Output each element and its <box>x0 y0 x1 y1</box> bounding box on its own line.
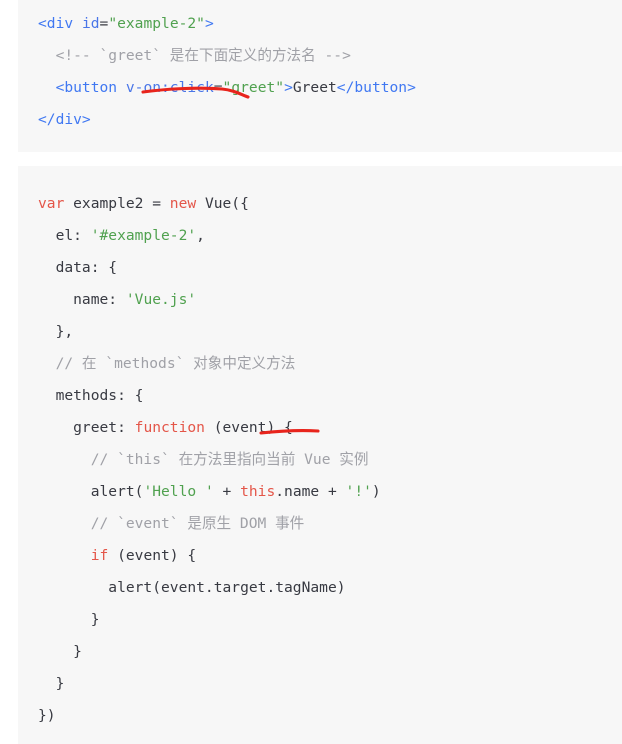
code-token-txt: } <box>38 611 100 628</box>
code-token-kw: function <box>134 419 205 436</box>
code-token-cmt: // `this` 在方法里指向当前 Vue 实例 <box>38 451 369 468</box>
code-line: el: '#example-2', <box>38 220 622 252</box>
code-token-cmt: <!-- `greet` 是在下面定义的方法名 --> <box>38 47 351 64</box>
code-line: if (event) { <box>38 540 622 572</box>
code-token-txt: }) <box>38 707 56 724</box>
code-token-tag: <div <box>38 15 82 32</box>
code-token-kw: this <box>240 483 276 500</box>
code-line: </div> <box>38 104 622 136</box>
code-token-tag: </button> <box>336 79 416 96</box>
code-block-javascript: var example2 = new Vue({ el: '#example-2… <box>18 166 622 744</box>
code-token-txt: name: <box>38 291 126 308</box>
code-token-tag: <button <box>38 79 126 96</box>
code-line: <!-- `greet` 是在下面定义的方法名 --> <box>38 40 622 72</box>
code-line: }) <box>38 700 622 732</box>
code-token-txt: Greet <box>292 79 337 96</box>
code-token-txt: (event) { <box>108 547 197 564</box>
code-token-tag: > <box>204 15 214 32</box>
code-line: greet: function (event) { <box>38 412 622 444</box>
code-token-punct: = <box>213 79 223 96</box>
code-token-txt: }, <box>38 323 74 340</box>
code-line: } <box>38 668 622 700</box>
code-line: // `this` 在方法里指向当前 Vue 实例 <box>38 444 622 476</box>
code-token-txt: } <box>38 675 65 692</box>
code-line: name: 'Vue.js' <box>38 284 622 316</box>
code-token-tag: > <box>284 79 293 96</box>
code-content-html[interactable]: <div id="example-2"> <!-- `greet` 是在下面定义… <box>18 0 622 136</box>
code-token-txt: (event) { <box>204 419 293 436</box>
code-token-cmt: // 在 `methods` 对象中定义方法 <box>38 355 296 372</box>
code-token-txt: alert( <box>38 483 144 500</box>
code-token-str: "example-2" <box>108 15 205 32</box>
code-line: // `event` 是原生 DOM 事件 <box>38 508 622 540</box>
code-token-txt: alert(event.target.tagName) <box>38 579 346 596</box>
code-token-txt: ) <box>371 483 381 500</box>
code-token-txt: + <box>213 483 241 500</box>
code-line: // 在 `methods` 对象中定义方法 <box>38 348 622 380</box>
code-token-txt: el: <box>38 227 91 244</box>
code-token-attr: id <box>81 15 100 32</box>
code-token-txt: greet: <box>38 419 135 436</box>
code-token-cmt: // `event` 是原生 DOM 事件 <box>38 515 305 532</box>
code-token-kw: new <box>169 195 197 212</box>
code-token-kw: if <box>90 547 109 564</box>
code-token-attr: v-on:click <box>125 79 214 96</box>
code-token-punct: = <box>99 15 109 32</box>
code-token-txt: Vue({ <box>196 195 249 212</box>
code-line: } <box>38 636 622 668</box>
code-line: <div id="example-2"> <box>38 8 622 40</box>
code-line: alert(event.target.tagName) <box>38 572 622 604</box>
code-line: methods: { <box>38 380 622 412</box>
code-token-kw: var <box>38 195 65 212</box>
code-token-txt: data: { <box>38 259 118 276</box>
page-root: <div id="example-2"> <!-- `greet` 是在下面定义… <box>0 0 622 744</box>
code-token-txt: example2 = <box>64 195 170 212</box>
code-token-str: '#example-2' <box>90 227 197 244</box>
code-line: <button v-on:click="greet">Greet</button… <box>38 72 622 104</box>
code-line: alert('Hello ' + this.name + '!') <box>38 476 622 508</box>
code-line: }, <box>38 316 622 348</box>
code-token-tag: </div> <box>38 111 91 128</box>
code-line: } <box>38 604 622 636</box>
code-block-html: <div id="example-2"> <!-- `greet` 是在下面定义… <box>18 0 622 152</box>
code-token-txt: .name + <box>275 483 346 500</box>
code-token-str: "greet" <box>222 79 285 96</box>
code-token-str: '!' <box>345 483 372 500</box>
code-line: var example2 = new Vue({ <box>38 188 622 220</box>
code-line: data: { <box>38 252 622 284</box>
code-token-txt: } <box>38 643 82 660</box>
code-content-javascript[interactable]: var example2 = new Vue({ el: '#example-2… <box>18 166 622 732</box>
code-token-txt: , <box>196 227 205 244</box>
code-token-str: 'Vue.js' <box>125 291 197 308</box>
code-token-str: 'Hello ' <box>143 483 214 500</box>
code-token-txt: methods: { <box>38 387 144 404</box>
